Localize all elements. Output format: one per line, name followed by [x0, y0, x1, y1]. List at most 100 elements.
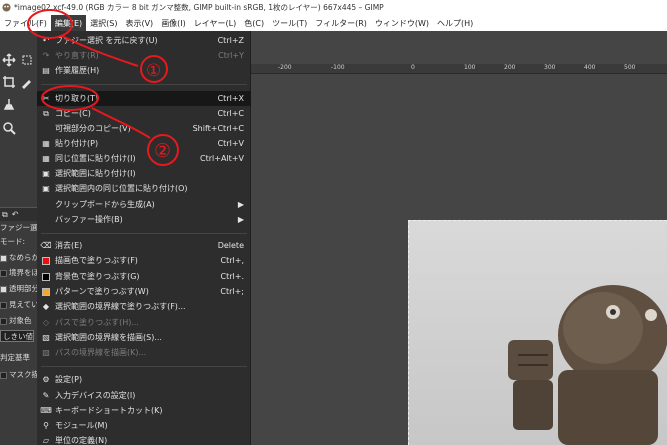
- option-diagonal[interactable]: 対象色: [0, 315, 37, 326]
- checkbox[interactable]: [0, 371, 7, 379]
- menu-item-label: 単位の定義(N): [55, 436, 108, 445]
- zoom-tool-icon[interactable]: [2, 121, 16, 135]
- menu-item-fill-pattern[interactable]: パターンで塗りつぶす(W) Ctrl+;: [37, 284, 251, 299]
- menu-item-clear[interactable]: ⌫ 消去(E) Delete: [37, 238, 251, 253]
- checkbox[interactable]: [0, 301, 7, 309]
- menu-item-shortcut: Ctrl+V: [217, 139, 244, 148]
- rect-select-tool-icon[interactable]: [20, 53, 34, 67]
- menu-item-shortcut: Ctrl+X: [217, 94, 244, 103]
- checkbox[interactable]: [0, 254, 7, 262]
- option-feather[interactable]: 境界をぼ: [0, 267, 37, 278]
- menu-item-label: クリップボードから生成(A): [55, 200, 155, 209]
- menu-item-units[interactable]: ▱ 単位の定義(N): [37, 433, 251, 445]
- menu-item-paste-as[interactable]: クリップボードから生成(A) ▶: [37, 197, 251, 212]
- menu-windows[interactable]: ウィンドウ(W): [371, 15, 433, 31]
- tool-options-title: ファジー選: [0, 223, 37, 232]
- menu-item-paste-into-in-place[interactable]: ▣ 選択範囲内の同じ位置に貼り付け(O): [37, 181, 251, 196]
- menu-item-preferences[interactable]: ⚙ 設定(P): [37, 372, 251, 387]
- menu-item-input-devices[interactable]: ✎ 入力デバイスの設定(I): [37, 388, 251, 403]
- menu-item-label: 貼り付け(P): [55, 139, 99, 148]
- menu-help[interactable]: ヘルプ(H): [433, 15, 477, 31]
- menu-item-buffer[interactable]: バッファー操作(B) ▶: [37, 212, 251, 227]
- modules-icon: ⚲: [43, 421, 49, 430]
- ruler-tick: 200: [504, 64, 516, 71]
- menu-item-modules[interactable]: ⚲ モジュール(M): [37, 418, 251, 433]
- menu-image[interactable]: 画像(I): [157, 15, 190, 31]
- path-fill-icon: ◇: [42, 318, 50, 327]
- menu-select[interactable]: 選択(S): [86, 15, 121, 31]
- canvas-area[interactable]: -200 -100 0 100 200 300 400 500: [251, 31, 667, 445]
- menu-item-label: キーボードショートカット(K): [55, 406, 163, 415]
- menu-item-paste[interactable]: ▦ 貼り付け(P) Ctrl+V: [37, 136, 251, 151]
- menu-item-cut[interactable]: ✂ 切り取り(T) Ctrl+X: [37, 91, 251, 106]
- mask-option[interactable]: マスク描: [0, 369, 37, 380]
- menu-item-undo[interactable]: ↶ ファジー選択 を元に戻す(U) Ctrl+Z: [37, 33, 251, 48]
- checkbox[interactable]: [0, 285, 7, 293]
- menu-item-label: やり直す(R): [55, 51, 99, 60]
- menu-item-history[interactable]: ▤ 作業履歴(H): [37, 63, 251, 78]
- menu-tools[interactable]: ツール(T): [268, 15, 311, 31]
- tool-options-tabs[interactable]: ⧉ ↶: [0, 207, 37, 221]
- checkbox[interactable]: [0, 269, 7, 277]
- option-feather-label: 境界をぼ: [9, 268, 37, 277]
- menu-layer[interactable]: レイヤー(L): [190, 15, 240, 31]
- history-icon: ▤: [42, 66, 50, 75]
- menu-item-keyboard-shortcuts[interactable]: ⌨ キーボードショートカット(K): [37, 403, 251, 418]
- option-sample-merged-label: 見えてい: [9, 300, 37, 309]
- menu-item-stroke-selection[interactable]: ▧ 選択範囲の境界線を描画(S)...: [37, 330, 251, 345]
- menu-item-shortcut: Ctrl+;: [220, 287, 244, 296]
- fg-swatch-icon: [37, 256, 55, 265]
- menu-item-copy[interactable]: ⧉ コピー(C) Ctrl+C: [37, 106, 251, 121]
- menu-item-redo[interactable]: ↷ やり直す(R) Ctrl+Y: [37, 48, 251, 63]
- menu-item-label: パターンで塗りつぶす(W): [55, 287, 149, 296]
- ruler-tick: 0: [411, 64, 415, 71]
- menu-file[interactable]: ファイル(F): [0, 15, 51, 31]
- bg-swatch-icon: [37, 272, 55, 281]
- keyboard-icon: ⌨: [40, 406, 52, 415]
- image-canvas[interactable]: [408, 220, 667, 445]
- tool-options-tab-icon[interactable]: ⧉: [2, 210, 8, 220]
- menu-item-label: モジュール(M): [55, 421, 108, 430]
- menu-view[interactable]: 表示(V): [121, 15, 157, 31]
- menu-item-shortcut: Delete: [217, 241, 244, 250]
- menu-item-fill-path[interactable]: ◇ パスで塗りつぶす(H)...: [37, 315, 251, 330]
- gimp-app-icon: [2, 3, 11, 12]
- horizontal-ruler[interactable]: -200 -100 0 100 200 300 400 500: [251, 64, 667, 74]
- menu-item-fill-selection-outline[interactable]: ◆ 選択範囲の境界線で塗りつぶす(F)...: [37, 299, 251, 314]
- menu-item-paste-into[interactable]: ▣ 選択範囲に貼り付け(I): [37, 166, 251, 181]
- move-tool-icon[interactable]: [2, 53, 16, 67]
- option-antialias[interactable]: なめらか: [0, 252, 37, 263]
- checkbox[interactable]: [0, 317, 7, 325]
- paint-tool-icon[interactable]: [20, 75, 34, 89]
- menu-item-label: バッファー操作(B): [55, 215, 123, 224]
- undo-history-tab-icon[interactable]: ↶: [12, 210, 19, 219]
- undo-icon: ↶: [42, 36, 50, 45]
- menu-item-fill-bg[interactable]: 背景色で塗りつぶす(G) Ctrl+.: [37, 269, 251, 284]
- option-sample-merged[interactable]: 見えてい: [0, 299, 37, 310]
- menu-filters[interactable]: フィルター(R): [311, 15, 371, 31]
- paste-in-place-icon: ▦: [42, 154, 50, 163]
- paste-icon: ▦: [42, 139, 50, 148]
- menu-item-copy-visible[interactable]: 可視部分のコピー(V) Shift+Ctrl+C: [37, 121, 251, 136]
- crop-tool-icon[interactable]: [2, 75, 16, 89]
- option-diagonal-label: 対象色: [9, 316, 32, 325]
- menu-item-paste-in-place[interactable]: ▦ 同じ位置に貼り付け(I) Ctrl+Alt+V: [37, 151, 251, 166]
- stroke-fill-icon: ◆: [42, 302, 50, 311]
- menu-separator: [41, 233, 247, 234]
- menu-item-fill-fg[interactable]: 描画色で塗りつぶす(F) Ctrl+,: [37, 253, 251, 268]
- menu-item-label: ファジー選択 を元に戻す(U): [55, 36, 158, 45]
- option-transparent[interactable]: 透明部分: [0, 283, 37, 294]
- menu-item-shortcut: Ctrl+Alt+V: [200, 154, 244, 163]
- stroke-path-icon: ▧: [42, 348, 50, 357]
- units-icon: ▱: [42, 436, 50, 445]
- threshold-field[interactable]: しきい値: [0, 330, 34, 342]
- menu-item-shortcut: Ctrl+Y: [218, 51, 244, 60]
- menu-item-stroke-path[interactable]: ▧ パスの境界線を描画(K)...: [37, 345, 251, 360]
- menu-item-label: パスで塗りつぶす(H)...: [55, 318, 139, 327]
- ruler-tick: 300: [544, 64, 556, 71]
- menu-edit[interactable]: 編集(E): [50, 15, 87, 31]
- menu-colors[interactable]: 色(C): [240, 15, 268, 31]
- robot-figure-image: [508, 285, 667, 445]
- clone-tool-icon[interactable]: [2, 97, 16, 111]
- ruler-tick: 400: [584, 64, 596, 71]
